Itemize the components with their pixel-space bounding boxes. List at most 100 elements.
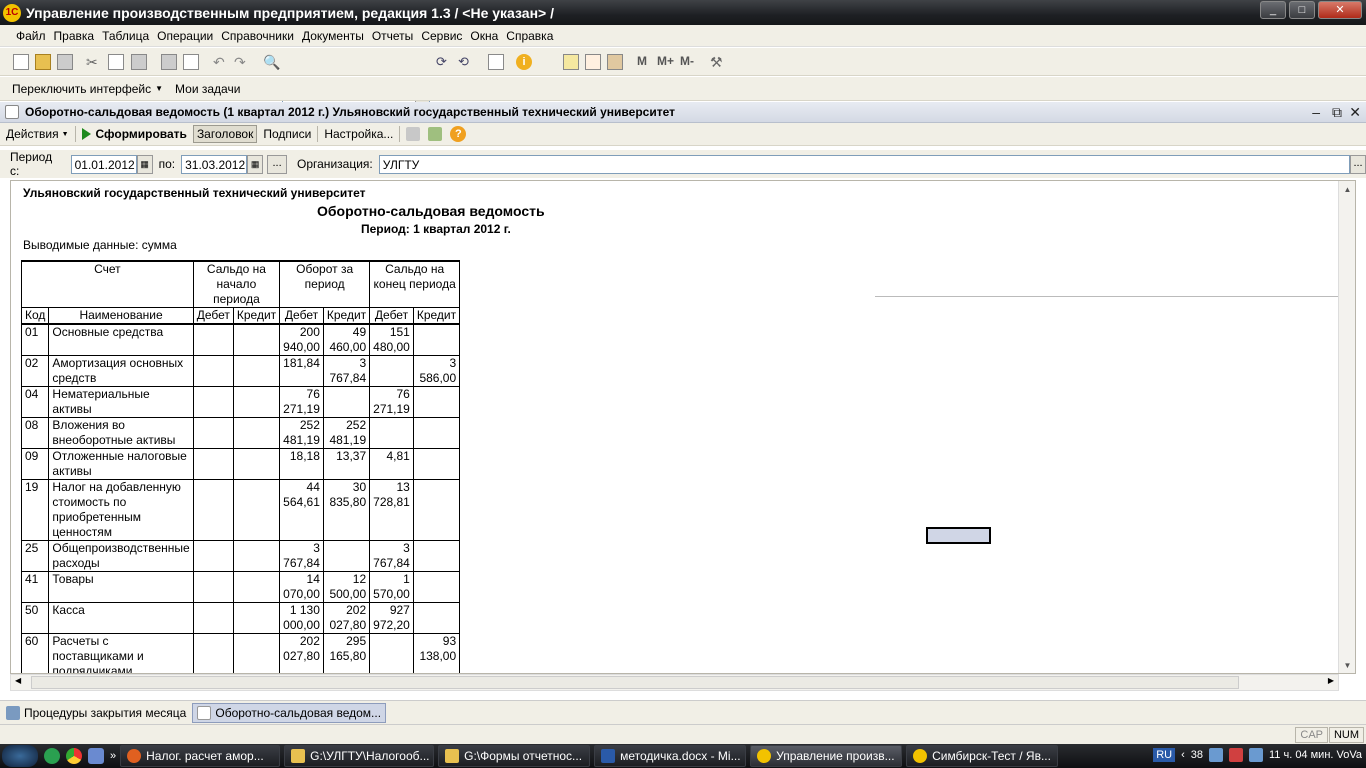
minimize-button[interactable]: _ <box>1260 1 1286 19</box>
menu-table[interactable]: Таблица <box>102 29 149 43</box>
header-name: Наименование <box>48 307 194 325</box>
doc-restore-icon[interactable]: ⧉ <box>1332 104 1342 121</box>
selected-cell[interactable] <box>926 527 991 544</box>
taskbar-item-folder1[interactable]: G:\УЛГТУ\Налогооб... <box>284 745 435 767</box>
maximize-button[interactable]: □ <box>1289 1 1315 19</box>
taskbar-item-simbirsk[interactable]: Симбирск-Тест / Яв... <box>906 745 1059 767</box>
info-icon[interactable]: i <box>516 54 532 70</box>
scroll-left-icon[interactable]: ◀ <box>15 676 21 685</box>
menu-help[interactable]: Справка <box>506 29 553 43</box>
language-indicator[interactable]: RU <box>1153 748 1176 762</box>
menu-service[interactable]: Сервис <box>421 29 462 43</box>
scroll-down-icon[interactable]: ▼ <box>1339 657 1355 673</box>
chrome-icon[interactable] <box>66 748 82 764</box>
windows-taskbar: » Налог. расчет амор... G:\УЛГТУ\Налогоо… <box>0 744 1366 768</box>
chevron-down-icon[interactable]: ▼ <box>155 84 163 93</box>
taskbar-item-1c[interactable]: Управление произв... <box>750 745 903 767</box>
freeze-line <box>875 296 1351 297</box>
vertical-scrollbar[interactable]: ▲ ▼ <box>1338 181 1355 673</box>
print-preview-icon[interactable] <box>183 54 199 70</box>
generate-button[interactable]: Сформировать <box>81 127 187 141</box>
menu-edit[interactable]: Правка <box>54 29 95 43</box>
save-settings-icon[interactable] <box>428 127 443 141</box>
cell-ek <box>412 479 461 541</box>
taskbar-item-firefox[interactable]: Налог. расчет амор... <box>120 745 281 767</box>
window-tab-month-close[interactable]: Процедуры закрытия месяца <box>2 704 190 722</box>
help-icon[interactable]: ? <box>450 126 467 142</box>
my-tasks-button[interactable]: Мои задачи <box>175 82 240 96</box>
doc-close-icon[interactable]: ✕ <box>1349 104 1361 121</box>
tray-expand-icon[interactable]: ‹ <box>1181 749 1185 761</box>
calculator-icon[interactable] <box>563 54 579 70</box>
copy-icon[interactable] <box>108 54 124 70</box>
cell-name: Основные средства <box>48 323 194 356</box>
settings-button[interactable]: Настройка... <box>324 127 393 141</box>
open-folder-icon[interactable] <box>35 54 51 70</box>
outlook-icon[interactable] <box>88 748 104 764</box>
undo-icon[interactable]: ↶ <box>213 54 229 70</box>
separator <box>74 126 76 142</box>
memory-minus-button[interactable]: M- <box>680 54 694 70</box>
menu-documents[interactable]: Документы <box>302 29 364 43</box>
menu-operations[interactable]: Операции <box>157 29 213 43</box>
start-button[interactable] <box>2 745 38 767</box>
volume-icon[interactable] <box>1249 748 1263 762</box>
find-prev-icon[interactable]: ⟲ <box>458 54 474 70</box>
network-icon[interactable] <box>1209 748 1223 762</box>
scroll-up-icon[interactable]: ▲ <box>1339 181 1355 198</box>
period-select-button[interactable]: ... <box>267 154 288 174</box>
calendar-icon[interactable] <box>585 54 601 70</box>
taskbar-item-label: Управление произв... <box>776 749 895 763</box>
report-spreadsheet[interactable]: Ульяновский государственный технический … <box>10 180 1356 674</box>
menu-file[interactable]: Файл <box>16 29 46 43</box>
memory-plus-button[interactable]: M+ <box>657 54 674 70</box>
save-icon[interactable] <box>57 54 73 70</box>
users-icon[interactable] <box>607 54 623 70</box>
decode-icon[interactable] <box>406 127 421 141</box>
search-icon[interactable]: 🔍 <box>263 54 280 70</box>
horizontal-scrollbar[interactable]: ◀ ▶ <box>10 674 1339 691</box>
calendar-icon[interactable]: ▦ <box>247 154 264 174</box>
windows-icon[interactable] <box>488 54 504 70</box>
cell-ek: 3 586,00 <box>412 355 461 387</box>
tools-icon[interactable]: ⚒ <box>710 54 726 70</box>
period-from-input[interactable]: 01.01.2012 <box>70 154 137 174</box>
cell-od: 181,84 <box>279 355 324 387</box>
menu-windows[interactable]: Окна <box>470 29 498 43</box>
scroll-right-icon[interactable]: ▶ <box>1328 676 1334 685</box>
switch-interface-button[interactable]: Переключить интерфейс <box>12 82 151 96</box>
calendar-icon[interactable]: ▦ <box>136 154 153 174</box>
menu-reports[interactable]: Отчеты <box>372 29 413 43</box>
taskbar-item-folder2[interactable]: G:\Формы отчетнос... <box>438 745 591 767</box>
antivirus-icon[interactable] <box>1229 748 1243 762</box>
header-debit: Дебет <box>369 307 414 325</box>
new-document-icon[interactable] <box>13 54 29 70</box>
cell-ek: 93 138,00 <box>412 633 461 673</box>
cell-ok: 30 835,80 <box>322 479 371 541</box>
organization-select-button[interactable]: ... <box>1350 154 1366 174</box>
table-row: 02 Амортизация основных средств 181,84 3 76… <box>20 355 461 387</box>
paste-icon[interactable] <box>131 54 147 70</box>
horizontal-scroll-thumb[interactable] <box>31 676 1239 689</box>
table-row: 41 Товары 14 070,00 12 500,00 1 570,00 <box>20 571 461 603</box>
menu-catalogs[interactable]: Справочники <box>221 29 294 43</box>
memory-button[interactable]: M <box>637 54 647 70</box>
header-toggle-button[interactable]: Заголовок <box>192 125 258 143</box>
doc-minimize-icon[interactable]: – <box>1312 104 1320 120</box>
taskbar-item-word[interactable]: методичка.docx - Mi... <box>594 745 747 767</box>
redo-icon[interactable]: ↷ <box>234 54 250 70</box>
organization-input[interactable]: УЛГТУ <box>378 154 1351 174</box>
cell-ek <box>412 323 461 356</box>
cell-ed: 76 271,19 <box>369 386 414 418</box>
actions-menu[interactable]: Действия ▼ <box>6 127 69 141</box>
utorrent-icon[interactable] <box>44 748 60 764</box>
signatures-button[interactable]: Подписи <box>263 127 311 141</box>
close-button[interactable]: ✕ <box>1318 1 1362 19</box>
cell-ok: 252 481,19 <box>322 417 371 449</box>
show-more-icon[interactable]: » <box>110 750 116 762</box>
window-tab-trial-balance[interactable]: Оборотно-сальдовая ведом... <box>192 702 387 723</box>
cut-icon[interactable]: ✂ <box>86 54 102 70</box>
print-icon[interactable] <box>161 54 177 70</box>
find-next-icon[interactable]: ⟳ <box>436 54 452 70</box>
period-to-input[interactable]: 31.03.2012 <box>181 154 248 174</box>
